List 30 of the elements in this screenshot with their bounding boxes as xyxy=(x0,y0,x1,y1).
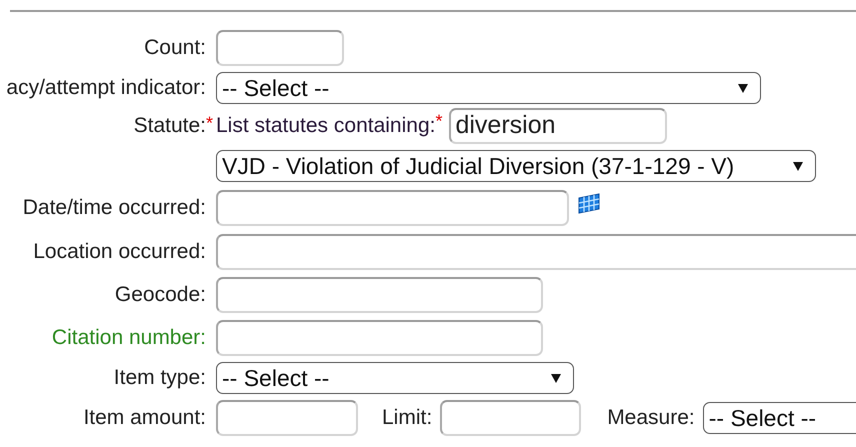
caret-icon xyxy=(738,84,748,92)
text-field[interactable] xyxy=(216,234,856,270)
text-field[interactable] xyxy=(440,400,582,436)
calendar-icon[interactable] xyxy=(578,192,600,214)
field-label: Item type: xyxy=(114,365,206,392)
select-dropdown[interactable]: -- Select -- xyxy=(702,402,856,434)
text-field[interactable] xyxy=(216,277,543,313)
select-dropdown[interactable]: -- Select -- xyxy=(216,362,574,394)
field-label: Citation number: xyxy=(52,325,206,352)
required-mark: * xyxy=(435,110,444,133)
field-label: Limit: xyxy=(382,405,432,432)
text-field[interactable] xyxy=(216,400,358,436)
field-label: Location occurred: xyxy=(33,239,206,266)
caret-icon xyxy=(551,374,561,382)
select-dropdown[interactable]: -- Select -- xyxy=(216,72,761,104)
select-dropdown[interactable]: VJD - Violation of Judicial Diversion (37-1-129 - V) xyxy=(216,150,816,182)
field-label: Geocode: xyxy=(114,282,206,308)
search-label: List statutes containing: xyxy=(216,113,436,140)
text-field[interactable] xyxy=(216,320,543,356)
required-mark: * xyxy=(206,112,214,136)
field-label: Date/time occurred: xyxy=(22,195,206,222)
field-label: Item amount: xyxy=(83,405,206,432)
search-field[interactable]: diversion xyxy=(449,108,668,144)
caret-icon xyxy=(793,162,803,170)
date-field[interactable] xyxy=(216,190,569,226)
field-label: Count: xyxy=(144,35,206,62)
field-label: Statute: xyxy=(134,113,206,140)
text-field[interactable] xyxy=(216,30,344,66)
field-label: Measure: xyxy=(607,405,695,432)
field-label: acy/attempt indicator: xyxy=(6,75,206,102)
